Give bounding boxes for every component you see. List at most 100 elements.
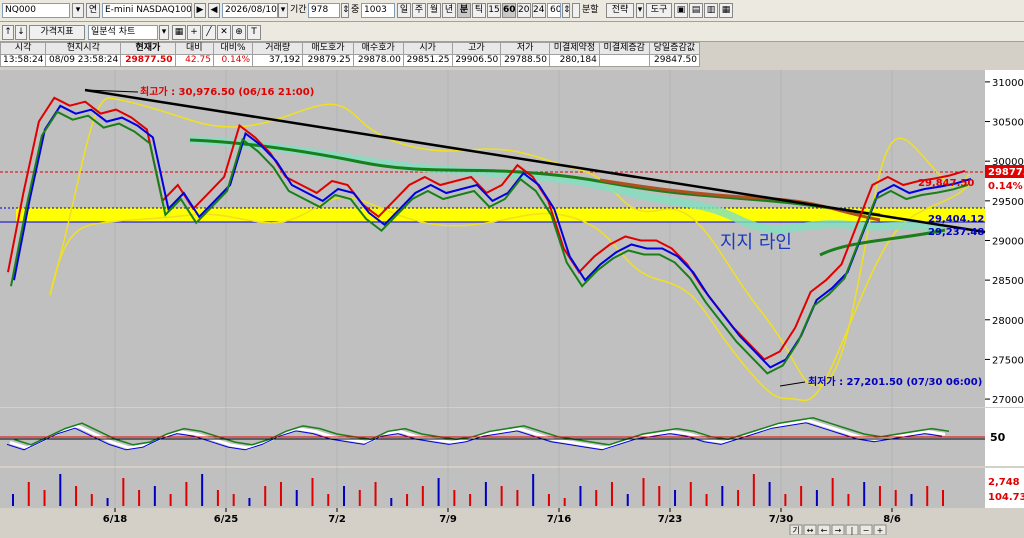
- quote-header: 저가: [500, 42, 551, 55]
- bottom-control-label: ←: [821, 526, 828, 535]
- volume-bar: [689, 482, 692, 506]
- volume-bar: [910, 494, 913, 506]
- volume-bar: [201, 474, 204, 506]
- text-icon[interactable]: T: [247, 25, 261, 40]
- main-toolbar: NQ000 ▾ 연 E-mini NASDAQ100(26-0 ▶ ◀ 2026…: [0, 0, 1024, 22]
- date-dropdown-icon[interactable]: ▾: [278, 3, 288, 18]
- quote-header: 대비%: [212, 42, 254, 55]
- volume-bar: [768, 482, 771, 506]
- secondary-toolbar: ↑ ↓ 가격지표 일분석 차트 ▾ ▦ + ╱ ✕ ⊕ T: [0, 22, 1024, 42]
- volume-bar: [390, 498, 393, 506]
- quote-header: 시가: [402, 42, 453, 55]
- volume-panel[interactable]: [0, 468, 985, 508]
- volume-bar: [705, 494, 708, 506]
- quote-local-time: 08/09 23:58:24: [45, 54, 122, 67]
- period-week-button[interactable]: 주: [412, 3, 426, 18]
- volume-bar: [642, 478, 645, 506]
- volume-bar: [626, 494, 629, 506]
- erase-icon[interactable]: ✕: [217, 25, 231, 40]
- save-icon[interactable]: ▣: [674, 3, 688, 18]
- chart-area[interactable]: 최고가 : 30,976.50 (06/16 21:00) 최저가 : 27,2…: [0, 70, 1024, 536]
- count-input[interactable]: 1003: [361, 3, 395, 18]
- print-icon[interactable]: ▥: [704, 3, 718, 18]
- period-minute-button[interactable]: 분: [457, 3, 471, 18]
- low-annotation: 최저가 : 27,201.50 (07/30 06:00): [808, 375, 982, 388]
- period-input[interactable]: 978: [308, 3, 340, 18]
- strategy-button[interactable]: 전략: [606, 3, 634, 18]
- bottom-controls: 기 ↔ ← → | − +: [789, 524, 887, 536]
- arrow-down-icon[interactable]: ↓: [15, 25, 27, 40]
- grid-icon[interactable]: ▦: [172, 25, 186, 40]
- period-day-button[interactable]: 일: [397, 3, 411, 18]
- x-tick-label: 7/2: [328, 514, 346, 525]
- chart-type-select[interactable]: 일분석 차트: [88, 25, 158, 40]
- custom-interval-input[interactable]: 60: [547, 3, 561, 18]
- interval-15-button[interactable]: 15: [487, 3, 501, 18]
- period-tick-button[interactable]: 틱: [472, 3, 486, 18]
- volume-bar: [216, 490, 219, 506]
- interval-spinner-icon[interactable]: ⇕: [562, 3, 570, 18]
- strategy-dropdown-icon[interactable]: ▾: [636, 3, 644, 18]
- chart-svg[interactable]: 최고가 : 30,976.50 (06/16 21:00) 최저가 : 27,2…: [0, 70, 1024, 536]
- bottom-control-label: 기: [792, 526, 799, 535]
- volume-bar: [122, 478, 125, 506]
- symbol-input[interactable]: NQ000: [2, 3, 70, 18]
- volume-bar: [547, 494, 550, 506]
- interval-200-button[interactable]: 200: [517, 3, 531, 18]
- prev-icon[interactable]: ◀: [208, 3, 220, 18]
- y-tick-label: 29500: [992, 197, 1024, 208]
- period-spinner-icon[interactable]: ⇕: [341, 3, 349, 18]
- volume-bar: [343, 486, 346, 506]
- volume-bar: [658, 486, 661, 506]
- quote-header: 현재가: [120, 42, 176, 55]
- bottom-control-label: +: [877, 526, 884, 535]
- crosshair-icon[interactable]: +: [187, 25, 201, 40]
- lookup-button[interactable]: 연: [86, 3, 100, 18]
- volume-bar: [942, 490, 944, 506]
- volume-bar: [169, 494, 172, 506]
- settings-icon[interactable]: ▦: [719, 3, 733, 18]
- volume-axis-label-2: 104.73: [988, 492, 1024, 503]
- volume-bar: [878, 486, 881, 506]
- period-year-button[interactable]: 년: [442, 3, 456, 18]
- zoom-icon[interactable]: ⊕: [232, 25, 246, 40]
- y-tick-label: 29000: [992, 236, 1024, 247]
- volume-bar: [279, 482, 282, 506]
- volume-bar: [926, 486, 929, 506]
- quote-header: 매수호가: [352, 42, 404, 55]
- split-label: 분할: [582, 5, 599, 15]
- quote-bid: 29878.00: [352, 54, 404, 67]
- volume-bar: [106, 498, 109, 506]
- chart-type-dropdown-icon[interactable]: ▾: [159, 25, 169, 40]
- interval-240-button[interactable]: 240: [532, 3, 546, 18]
- bottom-control-label: →: [835, 526, 842, 535]
- open-icon[interactable]: ▤: [689, 3, 703, 18]
- level-1-label: 29,847.50: [918, 178, 974, 189]
- volume-bar: [295, 490, 298, 506]
- volume-bar: [59, 474, 62, 506]
- volume-bar: [815, 490, 818, 506]
- price-panel[interactable]: [0, 70, 985, 407]
- date-input[interactable]: 2026/08/10: [222, 3, 278, 18]
- quote-table: 시각 현지시각 현재가 대비 대비% 거래량 매도호가 매수호가 시가 고가 저…: [0, 42, 701, 67]
- next-icon[interactable]: ▶: [194, 3, 206, 18]
- symbol-dropdown-icon[interactable]: ▾: [72, 3, 84, 18]
- y-tick-label: 27000: [992, 395, 1024, 406]
- period-month-button[interactable]: 월: [427, 3, 441, 18]
- indicator-button[interactable]: 가격지표: [29, 25, 85, 40]
- volume-bar: [674, 490, 677, 506]
- level-2-label: 29,404.12: [928, 214, 984, 225]
- quote-current-price: 29877.50: [120, 54, 176, 67]
- quote-header: 현지시각: [45, 42, 122, 55]
- quote-open-interest: 280,184: [549, 54, 600, 67]
- quote-header: 매도호가: [302, 42, 354, 55]
- x-tick-label: 6/18: [103, 514, 128, 525]
- split-checkbox[interactable]: [572, 3, 580, 18]
- interval-60-button[interactable]: 60: [502, 3, 516, 18]
- arrow-up-icon[interactable]: ↑: [2, 25, 14, 40]
- y-tick-label: 31000: [992, 78, 1024, 89]
- count-label: 중: [351, 5, 360, 15]
- draw-line-icon[interactable]: ╱: [202, 25, 216, 40]
- quote-change: 42.75: [174, 54, 214, 67]
- tools-button[interactable]: 도구: [646, 3, 672, 18]
